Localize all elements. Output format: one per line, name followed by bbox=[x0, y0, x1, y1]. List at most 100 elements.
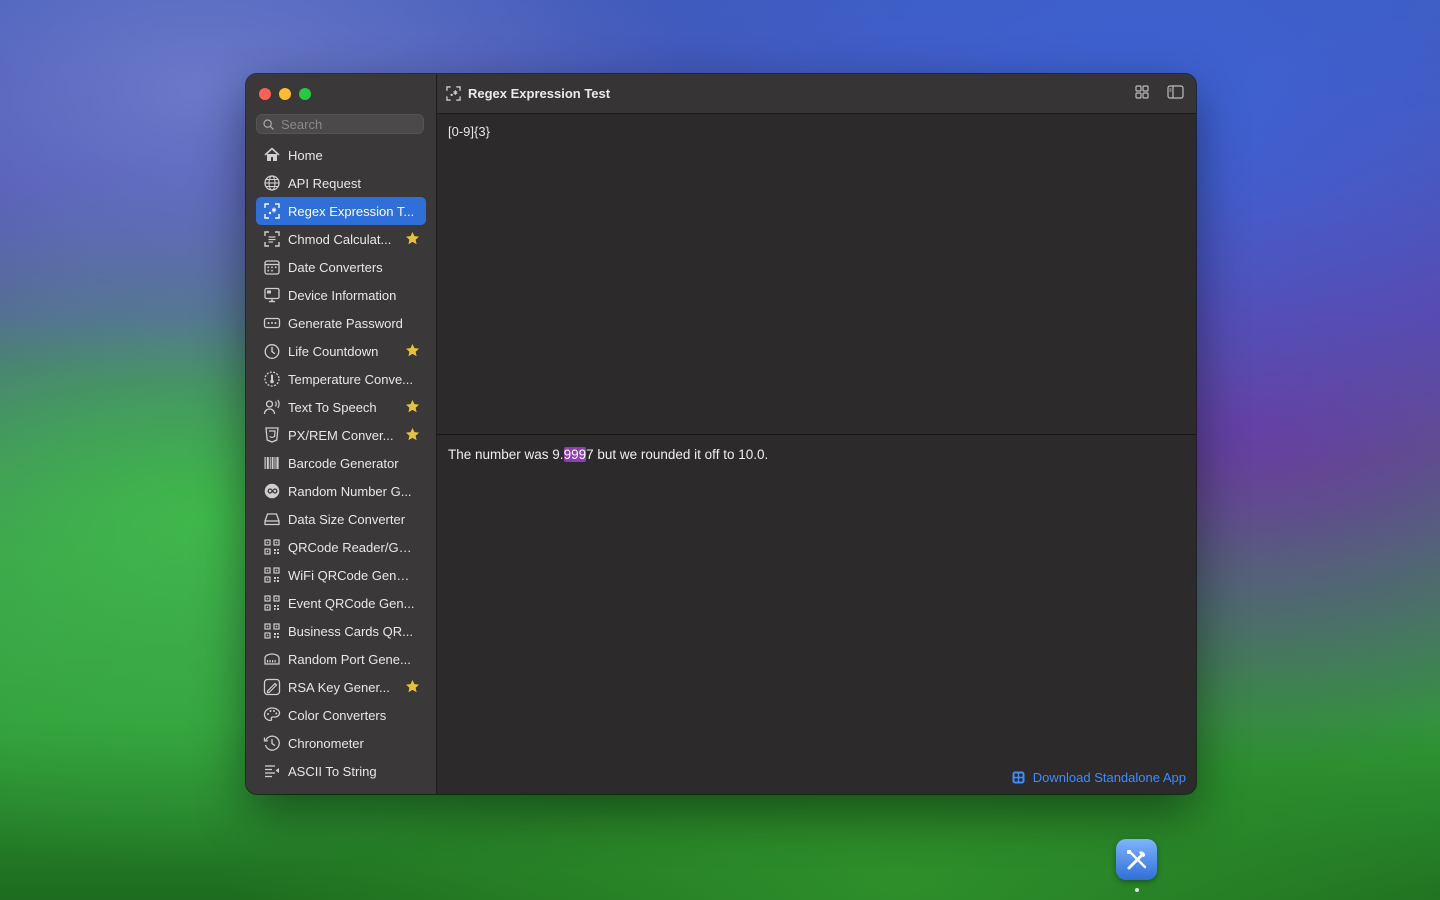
sidebar: Home API Request Regex Expression T... Chmo… bbox=[246, 74, 437, 794]
window-controls bbox=[259, 88, 311, 100]
close-button[interactable] bbox=[259, 88, 271, 100]
sidebar-item-label: Text To Speech bbox=[288, 399, 377, 415]
favorite-star-icon[interactable] bbox=[405, 343, 420, 358]
regex-match-highlight: 999 bbox=[563, 447, 587, 462]
clock-history-icon bbox=[263, 734, 281, 752]
house-icon bbox=[263, 146, 281, 164]
person-wave-icon bbox=[263, 398, 281, 416]
sidebar-item-color-converters[interactable]: Color Converters bbox=[256, 701, 426, 729]
text-after-match: 7 but we rounded it off to 10.0. bbox=[586, 447, 769, 462]
regex-scan-icon bbox=[263, 202, 281, 220]
globe-icon bbox=[263, 174, 281, 192]
favorite-star-icon[interactable] bbox=[405, 231, 420, 246]
toolbar: Regex Expression Test bbox=[437, 74, 1196, 114]
sidebar-item-label: Temperature Conve... bbox=[288, 371, 414, 387]
sidebar-item-text-to-speech[interactable]: Text To Speech bbox=[256, 393, 426, 421]
sidebar-item-chronometer[interactable]: Chronometer bbox=[256, 729, 426, 757]
sidebar-item-barcode-generator[interactable]: Barcode Generator bbox=[256, 449, 426, 477]
regex-pattern-text[interactable]: [0-9]{3} bbox=[448, 124, 490, 139]
qrcode-icon bbox=[263, 566, 281, 584]
sidebar-item-label: Random Port Gene... bbox=[288, 651, 411, 667]
sidebar-item-qrcode-reader-ge[interactable]: QRCode Reader/Ge... bbox=[256, 533, 426, 561]
qrcode-icon bbox=[263, 538, 281, 556]
favorite-star-icon[interactable] bbox=[405, 427, 420, 442]
sidebar-item-label: PX/REM Conver... bbox=[288, 427, 394, 443]
sidebar-item-label: Generate Password bbox=[288, 315, 403, 331]
favorite-star-icon[interactable] bbox=[405, 399, 420, 414]
test-string-editor[interactable]: The number was 9.9997 but we rounded it … bbox=[437, 435, 1196, 794]
sidebar-toggle-icon[interactable] bbox=[1167, 85, 1184, 99]
page-title: Regex Expression Test bbox=[468, 86, 611, 101]
sidebar-item-label: ASCII To String bbox=[288, 763, 377, 779]
favorite-star-icon[interactable] bbox=[405, 679, 420, 694]
sidebar-item-label: API Request bbox=[288, 175, 361, 191]
sidebar-item-label: Business Cards QR... bbox=[288, 623, 413, 639]
drive-icon bbox=[263, 510, 281, 528]
search-field[interactable] bbox=[256, 114, 424, 134]
app-store-icon bbox=[1012, 771, 1025, 784]
sidebar-item-ascii-to-string[interactable]: ASCII To String bbox=[256, 757, 426, 785]
sidebar-item-data-size-converter[interactable]: Data Size Converter bbox=[256, 505, 426, 533]
search-icon bbox=[263, 118, 274, 130]
timer-icon bbox=[263, 342, 281, 360]
qrcode-icon bbox=[263, 594, 281, 612]
sidebar-item-date-converters[interactable]: Date Converters bbox=[256, 253, 426, 281]
sidebar-item-label: Home bbox=[288, 147, 323, 163]
download-standalone-link[interactable]: Download Standalone App bbox=[1012, 770, 1186, 785]
text-before-match: The number was 9. bbox=[448, 447, 564, 462]
text-arrow-icon bbox=[263, 762, 281, 780]
port-icon bbox=[263, 650, 281, 668]
sidebar-item-chmod-calculat[interactable]: Chmod Calculat... bbox=[256, 225, 426, 253]
sidebar-item-label: QRCode Reader/Ge... bbox=[288, 539, 416, 555]
text-scan-icon bbox=[263, 230, 281, 248]
thermometer-gauge-icon bbox=[263, 370, 281, 388]
tools-icon bbox=[1126, 849, 1146, 869]
sidebar-item-random-number-g[interactable]: Random Number G... bbox=[256, 477, 426, 505]
download-label: Download Standalone App bbox=[1032, 770, 1186, 785]
dock-app-icon[interactable] bbox=[1116, 839, 1157, 880]
sidebar-item-random-port-gene[interactable]: Random Port Gene... bbox=[256, 645, 426, 673]
sidebar-item-label: Random Number G... bbox=[288, 483, 412, 499]
sidebar-item-wifi-qrcode-gener[interactable]: WiFi QRCode Gener... bbox=[256, 561, 426, 589]
sidebar-item-label: Chronometer bbox=[288, 735, 364, 751]
regex-scan-icon bbox=[446, 86, 461, 101]
dock-running-indicator bbox=[1135, 888, 1139, 892]
sidebar-item-label: Life Countdown bbox=[288, 343, 379, 359]
signature-icon bbox=[263, 678, 281, 696]
sidebar-item-event-qrcode-gen[interactable]: Event QRCode Gen... bbox=[256, 589, 426, 617]
main-content: Regex Expression Test [0-9]{3} The numbe… bbox=[437, 74, 1196, 794]
sidebar-item-label: Date Converters bbox=[288, 259, 383, 275]
app-window: Home API Request Regex Expression T... Chmo… bbox=[246, 74, 1196, 794]
regex-pattern-editor[interactable]: [0-9]{3} bbox=[437, 114, 1196, 435]
test-string-text[interactable]: The number was 9.9997 but we rounded it … bbox=[448, 447, 768, 462]
monitor-icon bbox=[263, 286, 281, 304]
sidebar-item-label: Chmod Calculat... bbox=[288, 231, 392, 247]
password-dots-icon bbox=[263, 314, 281, 332]
grid-view-icon[interactable] bbox=[1135, 85, 1149, 99]
search-input[interactable] bbox=[279, 115, 423, 133]
sidebar-item-label: Event QRCode Gen... bbox=[288, 595, 415, 611]
sidebar-item-label: Data Size Converter bbox=[288, 511, 406, 527]
sidebar-item-label: Regex Expression T... bbox=[288, 203, 415, 219]
infinity-circle-icon bbox=[263, 482, 281, 500]
zoom-button[interactable] bbox=[299, 88, 311, 100]
sidebar-item-label: WiFi QRCode Gener... bbox=[288, 567, 416, 583]
sidebar-item-label: Barcode Generator bbox=[288, 455, 399, 471]
sidebar-item-label: RSA Key Gener... bbox=[288, 679, 390, 695]
sidebar-item-home[interactable]: Home bbox=[256, 141, 426, 169]
sidebar-item-api-request[interactable]: API Request bbox=[256, 169, 426, 197]
minimize-button[interactable] bbox=[279, 88, 291, 100]
sidebar-item-rsa-key-gener[interactable]: RSA Key Gener... bbox=[256, 673, 426, 701]
qrcode-icon bbox=[263, 622, 281, 640]
sidebar-item-life-countdown[interactable]: Life Countdown bbox=[256, 337, 426, 365]
sidebar-nav: Home API Request Regex Expression T... Chmo… bbox=[256, 141, 426, 785]
sidebar-item-px-rem-conver[interactable]: PX/REM Conver... bbox=[256, 421, 426, 449]
sidebar-item-device-information[interactable]: Device Information bbox=[256, 281, 426, 309]
barcode-icon bbox=[263, 454, 281, 472]
sidebar-item-regex-expression-t[interactable]: Regex Expression T... bbox=[256, 197, 426, 225]
sidebar-item-business-cards-qr[interactable]: Business Cards QR... bbox=[256, 617, 426, 645]
sidebar-item-label: Color Converters bbox=[288, 707, 387, 723]
palette-icon bbox=[263, 706, 281, 724]
sidebar-item-generate-password[interactable]: Generate Password bbox=[256, 309, 426, 337]
sidebar-item-temperature-conve[interactable]: Temperature Conve... bbox=[256, 365, 426, 393]
